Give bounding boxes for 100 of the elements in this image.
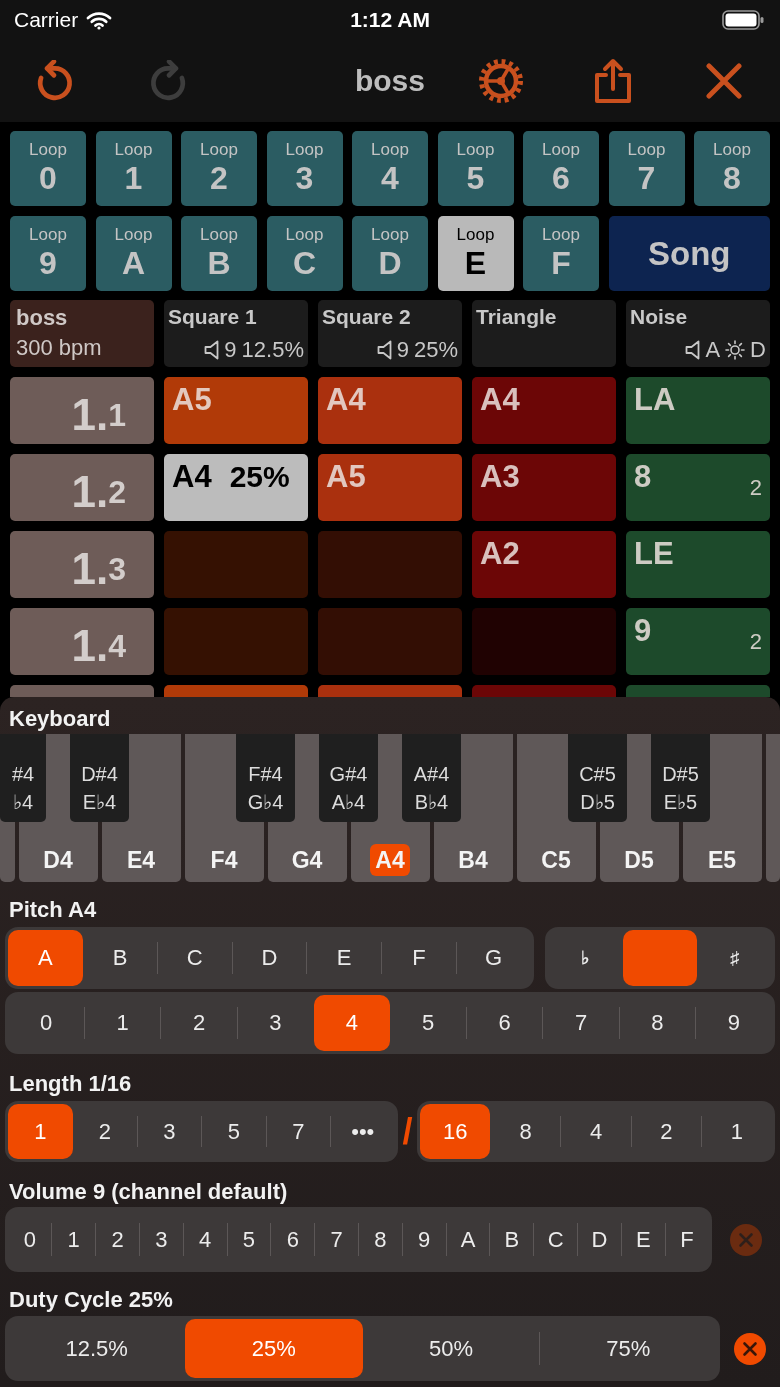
volume-level-button[interactable]: C [533,1210,578,1269]
piano-key[interactable]: D4 [18,822,98,882]
loop-button[interactable]: Loop 1 [95,131,172,206]
loop-button[interactable]: Loop 4 [352,131,428,206]
duty-cycle-selector[interactable]: 12.5% 25% 50% 75% [5,1316,720,1381]
note-cell[interactable]: A4 [472,377,616,444]
octave-button[interactable]: 5 [390,995,467,1051]
numerator-selector[interactable]: 1 2 3 5 7 ••• [5,1101,398,1162]
note-letter-button[interactable]: A [8,930,83,986]
octave-button[interactable]: 8 [619,995,696,1051]
volume-level-button[interactable]: B [489,1210,534,1269]
sharp-key[interactable]: A#4 B♭4 [402,734,461,822]
note-letter-button[interactable]: F [381,930,457,986]
piano-key[interactable]: G4 [267,822,347,882]
note-cell[interactable]: A5 [164,377,308,444]
empty-cell[interactable] [472,608,616,675]
accidental-button[interactable]: ♯ [697,930,772,986]
empty-cell[interactable] [164,608,308,675]
numerator-button[interactable]: 7 [266,1104,331,1159]
volume-level-button[interactable]: 2 [95,1210,140,1269]
numerator-button[interactable]: ••• [330,1104,395,1159]
sharp-key[interactable]: G#4 A♭4 [319,734,378,822]
note-cell[interactable]: 9 2 [626,608,770,675]
duty-cycle-button[interactable]: 50% [362,1319,540,1378]
octave-selector[interactable]: 0 1 2 3 4 5 6 7 8 9 [5,992,775,1054]
sharp-key[interactable]: C#5 D♭5 [568,734,627,822]
song-button[interactable]: Song [608,216,770,291]
volume-level-button[interactable]: D [577,1210,622,1269]
piano-key[interactable] [765,822,780,882]
note-cell[interactable]: A4 [318,377,462,444]
volume-level-button[interactable]: 6 [270,1210,315,1269]
clear-button[interactable] [734,1332,766,1365]
note-cell[interactable] [164,685,308,697]
note-letter-button[interactable]: E [306,930,382,986]
note-cell[interactable] [472,685,616,697]
volume-level-button[interactable]: 0 [8,1210,52,1269]
note-letter-button[interactable]: B [82,930,158,986]
sharp-key[interactable]: #4 ♭4 [0,734,46,822]
note-cell[interactable]: LA [626,377,770,444]
piano-key[interactable]: C5 [516,822,596,882]
note-letter-selector[interactable]: A B C D E F G [5,927,534,989]
loop-button[interactable]: Loop 0 [10,131,86,206]
loop-button[interactable]: Loop 5 [437,131,514,206]
piano-key[interactable]: B4 [433,822,513,882]
note-cell[interactable]: LE [626,531,770,598]
loop-button[interactable]: Loop 6 [523,131,599,206]
loop-button[interactable]: Loop B [181,216,257,291]
octave-button[interactable]: 4 [313,995,391,1051]
piano-key[interactable]: E5 [682,822,762,882]
piano-key[interactable]: E4 [101,822,181,882]
numerator-button[interactable]: 3 [137,1104,202,1159]
accidental-button[interactable] [622,930,698,986]
note-letter-button[interactable]: C [157,930,233,986]
denominator-button[interactable]: 4 [560,1104,632,1159]
note-letter-button[interactable]: D [232,930,307,986]
octave-button[interactable]: 6 [466,995,543,1051]
empty-cell[interactable] [164,531,308,598]
volume-level-button[interactable]: 3 [139,1210,184,1269]
note-cell[interactable] [626,685,770,697]
volume-level-button[interactable]: 5 [227,1210,271,1269]
piano-key[interactable]: D5 [599,822,679,882]
accidental-button[interactable]: ♭ [547,930,623,986]
volume-level-button[interactable]: A [446,1210,490,1269]
settings-button[interactable] [477,57,526,105]
denominator-button[interactable]: 2 [631,1104,702,1159]
duty-cycle-button[interactable]: 25% [185,1319,363,1378]
denominator-selector[interactable]: 16 8 4 2 1 [417,1101,775,1162]
numerator-button[interactable]: 5 [201,1104,266,1159]
duty-cycle-button[interactable]: 75% [539,1319,717,1378]
denominator-button[interactable]: 8 [490,1104,561,1159]
sharp-key[interactable]: D#5 E♭5 [651,734,710,822]
sharp-key[interactable]: D#4 E♭4 [70,734,129,822]
song-header[interactable]: boss 300 bpm [10,300,154,367]
denominator-button[interactable]: 16 [420,1104,491,1159]
note-cell[interactable]: A3 [472,454,616,521]
channel-header[interactable]: Triangle [472,300,616,367]
note-cell[interactable] [318,685,462,697]
octave-button[interactable]: 1 [84,995,161,1051]
loop-button[interactable]: Loop 8 [694,131,770,206]
loop-button[interactable]: Loop 7 [608,131,685,206]
numerator-button[interactable]: 2 [72,1104,137,1159]
octave-button[interactable]: 9 [695,995,773,1051]
octave-button[interactable]: 7 [542,995,620,1051]
loop-button[interactable]: Loop C [266,216,343,291]
loop-button[interactable]: Loop E [437,216,514,291]
note-cell[interactable]: A2 [472,531,616,598]
volume-level-button[interactable]: 1 [51,1210,96,1269]
octave-button[interactable]: 0 [8,995,85,1051]
volume-level-button[interactable]: F [665,1210,709,1269]
volume-level-button[interactable]: 7 [314,1210,359,1269]
duty-cycle-button[interactable]: 12.5% [8,1319,186,1378]
piano-key[interactable] [0,822,15,882]
volume-level-button[interactable]: 4 [183,1210,228,1269]
note-cell[interactable]: 8 2 [626,454,770,521]
numerator-button[interactable]: 1 [8,1104,73,1159]
loop-button[interactable]: Loop 9 [10,216,86,291]
accidental-selector[interactable]: ♭ ♯ [544,927,775,989]
note-cell[interactable]: A5 [318,454,462,521]
channel-header[interactable]: Square 1 9 12.5% [164,300,308,367]
step-label[interactable] [10,685,154,697]
